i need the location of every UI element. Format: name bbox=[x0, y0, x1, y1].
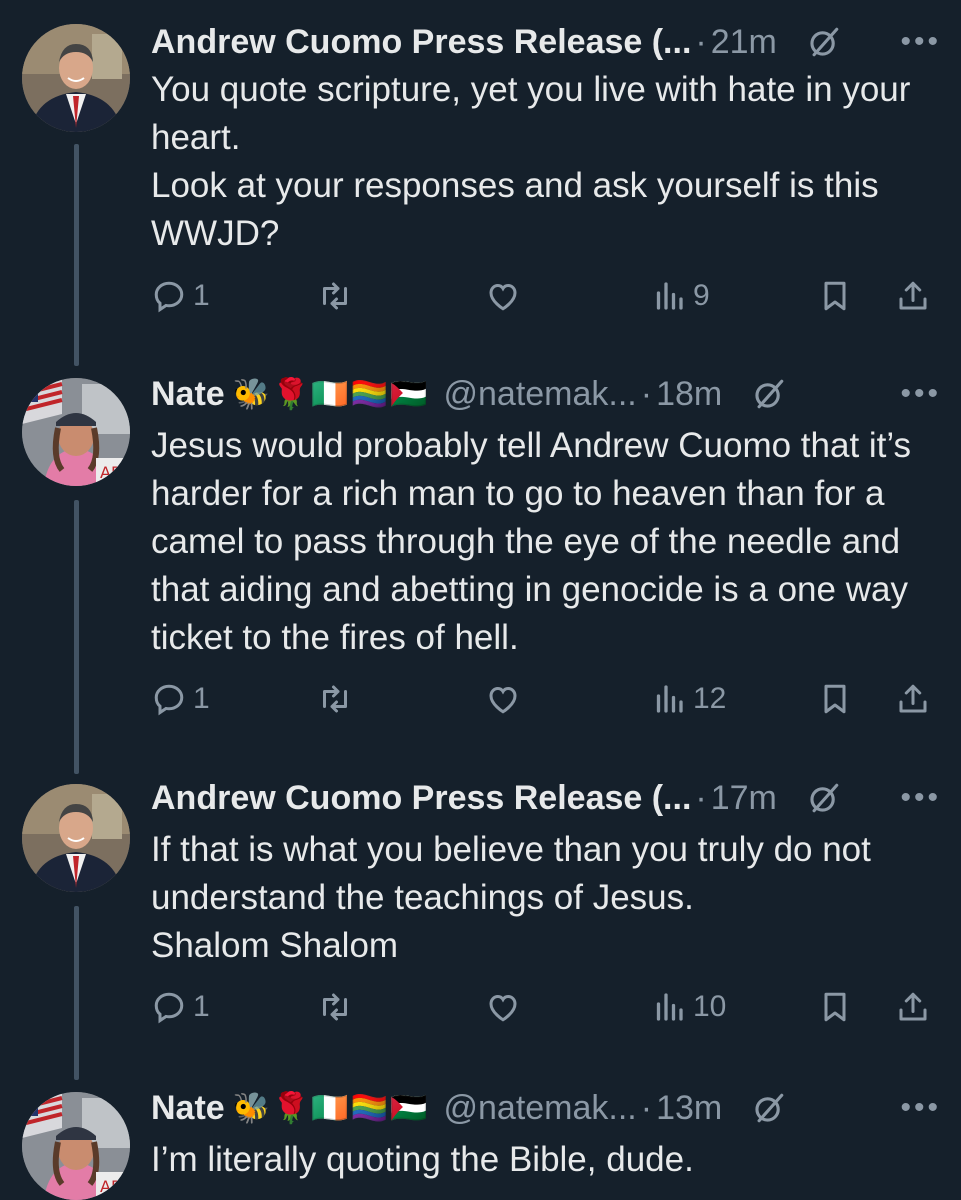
separator-dot: · bbox=[640, 1088, 653, 1127]
views-icon bbox=[656, 685, 683, 713]
views-button[interactable]: 12 bbox=[651, 674, 726, 724]
like-button[interactable] bbox=[485, 674, 521, 724]
tweet-text: I’m literally quoting the Bible, dude. bbox=[151, 1136, 931, 1184]
tweet-paragraph: Jesus would probably tell Andrew Cuomo t… bbox=[151, 426, 912, 657]
reply-button[interactable]: 1 bbox=[151, 674, 210, 724]
tweet-header: Nate 🐝🌹🇮🇪🏳️‍🌈🇵🇸 @natemak... · 13m ••• bbox=[151, 1078, 941, 1138]
more-icon[interactable]: ••• bbox=[900, 1091, 941, 1125]
views-button[interactable]: 9 bbox=[651, 271, 710, 321]
author-name[interactable]: Nate bbox=[151, 1089, 225, 1128]
share-icon bbox=[899, 684, 927, 713]
timestamp[interactable]: 13m bbox=[656, 1089, 722, 1128]
thread-line bbox=[74, 500, 79, 774]
svg-text:ARE: ARE bbox=[100, 1177, 130, 1196]
bookmark-button[interactable] bbox=[817, 982, 853, 1032]
bookmark-icon bbox=[824, 684, 846, 714]
more-icon[interactable]: ••• bbox=[900, 377, 941, 411]
action-bar: 1 9 bbox=[151, 271, 941, 321]
tweet-paragraph: I’m literally quoting the Bible, dude. bbox=[151, 1140, 694, 1179]
more-icon[interactable]: ••• bbox=[900, 25, 941, 59]
tweet[interactable]: Andrew Cuomo Press Release (... · 21m ••… bbox=[0, 16, 961, 366]
author-handle[interactable]: @natemak... bbox=[443, 375, 636, 414]
more-icon[interactable]: ••• bbox=[900, 781, 941, 815]
like-button[interactable] bbox=[485, 982, 521, 1032]
views-icon bbox=[656, 993, 683, 1021]
tweet[interactable]: ARE Nate 🐝🌹🇮🇪🏳️‍🌈🇵🇸 @natemak... · 18m ••… bbox=[0, 374, 961, 774]
author-handle[interactable]: @natemak... bbox=[443, 1089, 636, 1128]
retweet-button[interactable] bbox=[317, 271, 353, 321]
grok-icon[interactable] bbox=[752, 1091, 786, 1125]
share-icon bbox=[899, 992, 927, 1021]
author-name[interactable]: Andrew Cuomo Press Release (... bbox=[151, 23, 691, 62]
like-button[interactable] bbox=[485, 271, 521, 321]
grok-icon[interactable] bbox=[752, 377, 786, 411]
share-button[interactable] bbox=[895, 674, 931, 724]
views-icon bbox=[656, 282, 683, 310]
views-count: 10 bbox=[693, 990, 727, 1023]
tweet-header: Andrew Cuomo Press Release (... · 17m ••… bbox=[151, 768, 941, 828]
svg-text:ARE: ARE bbox=[100, 463, 130, 482]
grok-icon[interactable] bbox=[807, 781, 841, 815]
retweet-icon bbox=[323, 282, 347, 310]
tweet-text: Jesus would probably tell Andrew Cuomo t… bbox=[151, 422, 931, 662]
timestamp[interactable]: 18m bbox=[656, 375, 722, 414]
separator-dot: · bbox=[640, 374, 653, 413]
action-bar: 1 10 bbox=[151, 982, 941, 1032]
author-name[interactable]: Andrew Cuomo Press Release (... bbox=[151, 779, 691, 818]
bookmark-button[interactable] bbox=[817, 674, 853, 724]
reply-count: 1 bbox=[193, 279, 210, 312]
avatar[interactable]: ARE bbox=[22, 1092, 130, 1200]
grok-icon[interactable] bbox=[807, 25, 841, 59]
like-icon bbox=[489, 283, 517, 311]
bookmark-icon bbox=[824, 281, 846, 311]
tweet-text: You quote scripture, yet you live with h… bbox=[151, 66, 931, 258]
separator-dot: · bbox=[695, 22, 707, 61]
like-icon bbox=[489, 994, 517, 1022]
separator-dot: · bbox=[695, 778, 707, 817]
timestamp[interactable]: 17m bbox=[711, 779, 777, 818]
tweet-paragraph: If that is what you believe than you tru… bbox=[151, 830, 871, 917]
share-button[interactable] bbox=[895, 982, 931, 1032]
bookmark-button[interactable] bbox=[817, 271, 853, 321]
views-count: 9 bbox=[693, 279, 710, 312]
retweet-icon bbox=[323, 685, 347, 713]
retweet-button[interactable] bbox=[317, 982, 353, 1032]
tweet-header: Nate 🐝🌹🇮🇪🏳️‍🌈🇵🇸 @natemak... · 18m ••• bbox=[151, 364, 941, 424]
tweet-paragraph: Look at your responses and ask yourself … bbox=[151, 166, 879, 253]
retweet-icon bbox=[323, 993, 347, 1021]
reply-count: 1 bbox=[193, 682, 210, 715]
reply-icon bbox=[154, 992, 184, 1024]
thread-line bbox=[74, 144, 79, 366]
reply-icon bbox=[154, 281, 184, 313]
views-count: 12 bbox=[693, 682, 727, 715]
reply-count: 1 bbox=[193, 990, 210, 1023]
action-bar: 1 12 bbox=[151, 674, 941, 724]
name-emojis: 🐝🌹🇮🇪🏳️‍🌈🇵🇸 bbox=[232, 377, 430, 411]
tweet-text: If that is what you believe than you tru… bbox=[151, 826, 931, 970]
tweet-header: Andrew Cuomo Press Release (... · 21m ••… bbox=[151, 12, 941, 72]
reply-icon bbox=[154, 684, 184, 716]
timestamp[interactable]: 21m bbox=[711, 23, 777, 62]
name-emojis: 🐝🌹🇮🇪🏳️‍🌈🇵🇸 bbox=[232, 1091, 430, 1125]
retweet-button[interactable] bbox=[317, 674, 353, 724]
share-button[interactable] bbox=[895, 271, 931, 321]
like-icon bbox=[489, 686, 517, 714]
views-button[interactable]: 10 bbox=[651, 982, 726, 1032]
thread-line bbox=[74, 906, 79, 1080]
reply-button[interactable]: 1 bbox=[151, 271, 210, 321]
author-name[interactable]: Nate bbox=[151, 375, 225, 414]
share-icon bbox=[899, 281, 927, 310]
bookmark-icon bbox=[824, 992, 846, 1022]
tweet[interactable]: ARE Nate 🐝🌹🇮🇪🏳️‍🌈🇵🇸 @natemak... · 13m ••… bbox=[0, 1088, 961, 1200]
avatar[interactable] bbox=[22, 24, 130, 132]
avatar[interactable]: ARE bbox=[22, 378, 130, 486]
tweet-paragraph: Shalom Shalom bbox=[151, 926, 399, 965]
tweet[interactable]: Andrew Cuomo Press Release (... · 17m ••… bbox=[0, 779, 961, 1080]
tweet-paragraph: You quote scripture, yet you live with h… bbox=[151, 70, 911, 157]
reply-button[interactable]: 1 bbox=[151, 982, 210, 1032]
avatar[interactable] bbox=[22, 784, 130, 892]
